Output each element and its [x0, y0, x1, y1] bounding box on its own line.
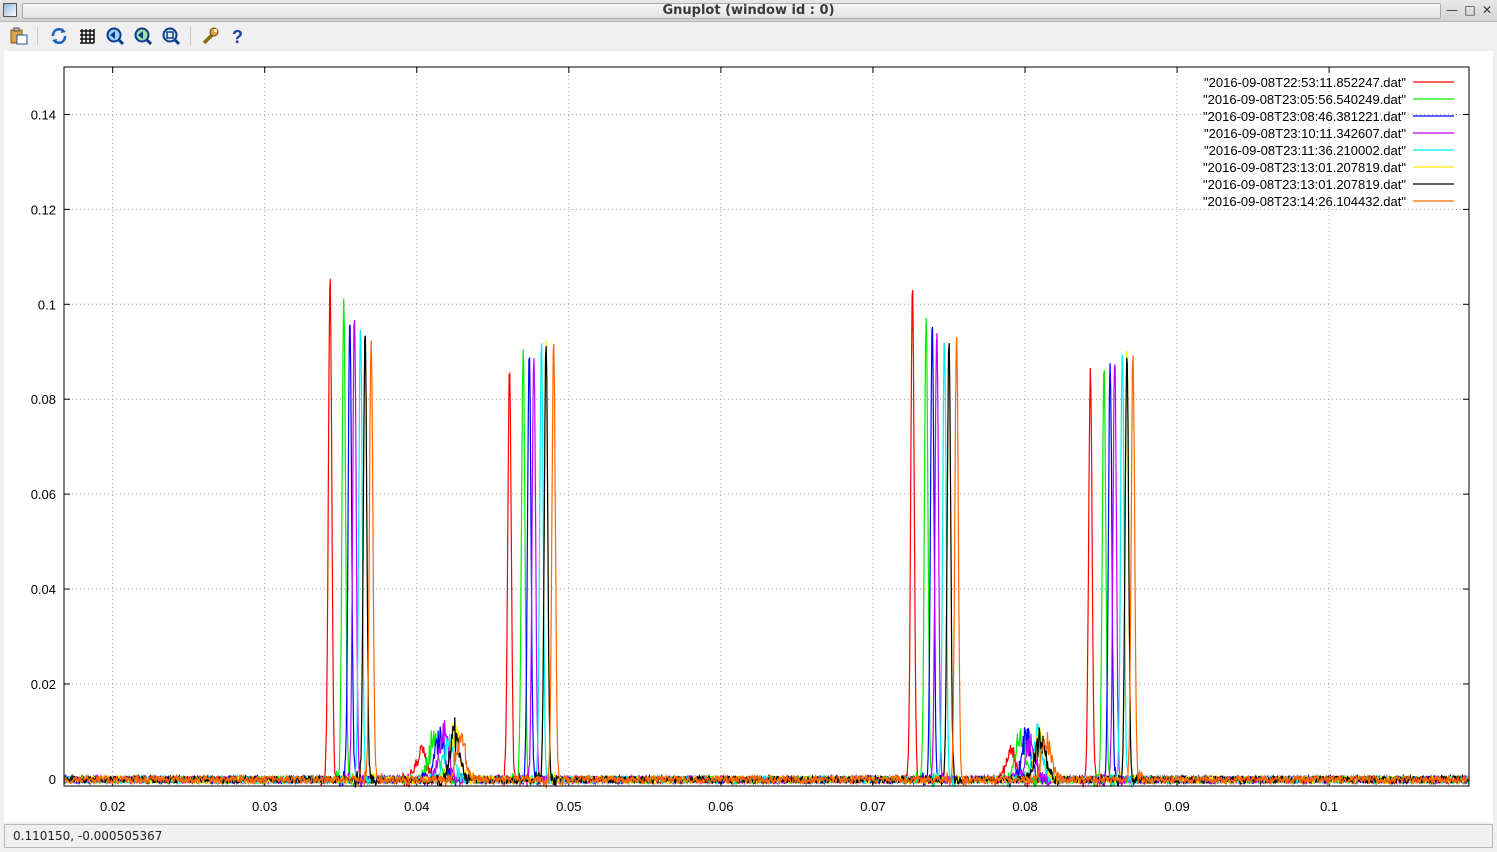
help-button[interactable]: ? — [228, 26, 248, 47]
copy-export-button[interactable] — [9, 26, 29, 46]
series-line — [63, 340, 1470, 787]
y-tick-label: 0.02 — [31, 677, 56, 692]
close-icon[interactable]: ✕ — [1480, 3, 1494, 17]
plot-area[interactable]: 0.02 0.03 0.04 0.05 0.06 0.07 0.08 0.09 0.1 0 0.02… — [4, 51, 1493, 822]
status-bar: 0.110150, -0.000505367 — [4, 824, 1493, 848]
x-tick-label: 0.05 — [556, 799, 581, 814]
legend-label: "2016-09-08T23:11:36.210002.dat" — [1204, 143, 1406, 158]
refresh-icon — [51, 28, 67, 44]
zoom-previous-button[interactable] — [105, 26, 125, 46]
legend-label: "2016-09-08T23:10:11.342607.dat" — [1204, 126, 1406, 141]
chart-canvas[interactable]: 0.02 0.03 0.04 0.05 0.06 0.07 0.08 0.09 0.1 0 0.02… — [4, 51, 1493, 822]
status-coordinates: 0.110150, -0.000505367 — [13, 829, 163, 843]
toolbar-separator — [37, 27, 38, 45]
settings-button[interactable] — [200, 26, 220, 46]
autoscale-button[interactable] — [161, 26, 181, 46]
series-line — [63, 278, 1470, 788]
x-tick-label: 0.09 — [1164, 799, 1189, 814]
window-title: Gnuplot (window id : 0) — [662, 3, 835, 18]
toolbar: ? — [0, 22, 1497, 50]
x-tick-label: 0.02 — [100, 799, 125, 814]
x-tick-label: 0.1 — [1320, 799, 1338, 814]
zoom-fit-icon — [162, 27, 181, 46]
zoom-next-button[interactable] — [133, 26, 153, 46]
legend-label: "2016-09-08T23:05:56.540249.dat" — [1203, 92, 1406, 107]
minimize-icon[interactable]: — — [1445, 3, 1459, 17]
legend-label: "2016-09-08T23:13:01.207819.dat" — [1203, 177, 1406, 192]
zoom-forward-icon — [134, 27, 153, 46]
replot-button[interactable] — [49, 26, 69, 46]
legend-label: "2016-09-08T23:13:01.207819.dat" — [1203, 160, 1406, 175]
title-bar[interactable]: Gnuplot (window id : 0) — □ ✕ — [0, 0, 1497, 22]
legend-label: "2016-09-08T22:53:11.852247.dat" — [1204, 75, 1406, 90]
x-tick-label: 0.07 — [860, 799, 885, 814]
series-line — [63, 329, 1470, 788]
y-tick-label: 0.08 — [31, 392, 56, 407]
series-line — [63, 335, 1470, 788]
grid-icon — [80, 29, 95, 44]
y-tick-label: 0.06 — [31, 487, 56, 502]
svg-text:?: ? — [232, 27, 243, 46]
series-line — [63, 336, 1470, 789]
help-icon: ? — [232, 27, 243, 47]
x-tick-label: 0.06 — [708, 799, 733, 814]
x-tick-label: 0.04 — [404, 799, 429, 814]
y-tick-label: 0.04 — [31, 582, 56, 597]
x-tick-label: 0.08 — [1012, 799, 1037, 814]
zoom-back-icon — [106, 27, 125, 46]
y-tick-label: 0.1 — [38, 297, 56, 312]
legend-label: "2016-09-08T23:08:46.381221.dat" — [1203, 109, 1406, 124]
maximize-icon[interactable]: □ — [1463, 3, 1477, 17]
series-line — [63, 319, 1470, 788]
y-tick-label: 0 — [49, 772, 56, 787]
series-line — [63, 324, 1470, 788]
series-line — [63, 298, 1470, 788]
clipboard-icon — [10, 27, 28, 45]
legend-label: "2016-09-08T23:14:26.104432.dat" — [1203, 194, 1406, 209]
wrench-icon — [202, 27, 219, 45]
grid-button[interactable] — [77, 26, 97, 46]
y-tick-label: 0.12 — [31, 202, 56, 217]
x-tick-label: 0.03 — [252, 799, 277, 814]
toolbar-separator — [190, 27, 191, 45]
y-tick-label: 0.14 — [31, 107, 56, 122]
